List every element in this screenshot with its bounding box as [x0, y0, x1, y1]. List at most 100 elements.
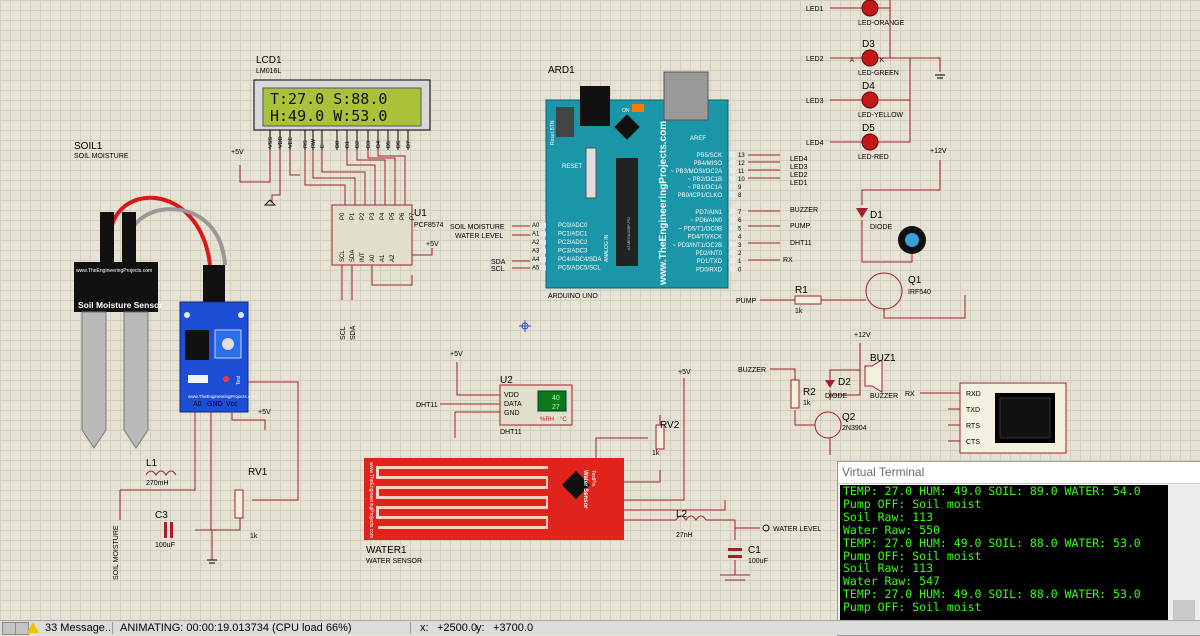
vterm-pin-label: TXD	[966, 407, 980, 414]
pin-pad	[540, 248, 546, 254]
dht11-component[interactable]: +5V DHT11 U2 DHT11 VDD DATA GND 40 27 %R…	[416, 351, 573, 438]
net-12v-buz: +12V	[854, 332, 871, 339]
lcd-pin-label: D1	[345, 141, 351, 148]
arduino-reset-btn: Reset BTN	[550, 120, 556, 145]
pcf-pin-label: SDA	[350, 250, 356, 262]
water-trace	[378, 506, 548, 509]
pcf-pin-label: P0	[340, 212, 346, 220]
dht-rh: %RH	[540, 417, 554, 423]
pin-pad	[730, 241, 736, 247]
water-board-text: Water Sensor	[582, 470, 588, 509]
water-site-text: www.TheEngineeringProjects.com	[368, 462, 374, 538]
warning-icon[interactable]	[27, 622, 39, 633]
lcd-wires	[239, 150, 406, 205]
arduino-pin-num: 13	[738, 153, 745, 159]
pcf-pin-label: SCL	[340, 250, 346, 262]
net-led1: LED1	[790, 180, 808, 187]
arduino-pin-label: PC3/ADC3	[558, 249, 588, 255]
q1-type: IRF540	[908, 289, 931, 296]
arduino-pin-num: 5	[738, 226, 742, 232]
pcf-part: PCF8574	[414, 222, 444, 229]
soil-test-label: Test	[236, 375, 242, 385]
coord-y-value: +3700.0	[493, 622, 534, 634]
arduino-pin-num: A4	[532, 257, 540, 263]
q2-ref: Q2	[842, 412, 856, 423]
l1-ref: L1	[146, 458, 158, 469]
led-name: LED-YELLOW	[858, 112, 904, 119]
pin-pad	[730, 192, 736, 197]
arduino-component[interactable]: ARD1 Reset BTN ON AREF RESET www.TheEngi…	[532, 65, 745, 300]
c1-val: 100uF	[748, 558, 768, 565]
arduino-pin-label: ~ PD5/T1/OC0B	[678, 226, 722, 232]
led-name: LED-GREEN	[858, 70, 899, 77]
lcd-component[interactable]: LCD1 LM016L T:27.0 S:88.0 H:49.0 W:53.0 …	[253, 55, 431, 150]
water-ref: WATER1	[366, 545, 407, 556]
vterm-scroll-thumb[interactable]	[1173, 600, 1195, 620]
lcd-part: LM016L	[256, 68, 281, 75]
arduino-on-label: ON	[622, 108, 630, 114]
terminal-line: Pump OFF: Soil moist	[843, 496, 982, 511]
vterm-symbol[interactable]: RX RXD TXD RTS CTS	[905, 382, 1067, 454]
soil-pin-gnd: GND	[207, 401, 223, 408]
lcd-pin-label: RW	[311, 138, 317, 148]
d1-type: DIODE	[870, 224, 893, 231]
vterm-scrollbar[interactable]	[1169, 485, 1199, 633]
dht-temp: 40	[552, 395, 560, 402]
water-testpin: TestPin	[590, 470, 596, 487]
arduino-pin-num: A3	[532, 249, 540, 255]
net-sda-vert: SDA	[350, 325, 357, 340]
led-icon[interactable]	[861, 133, 879, 151]
pump-driver[interactable]: +12V D1 DIODE Q1 IRF540 R1 1k PUMP	[736, 148, 966, 319]
arduino-pin-label: PC2/ADC2	[558, 240, 588, 246]
messages-count[interactable]: 33 Message...	[45, 621, 114, 635]
led-net-label: LED4	[806, 140, 824, 147]
pin-pad	[730, 168, 736, 173]
pin-pad	[730, 217, 736, 223]
pin-pad	[540, 240, 546, 245]
led-icon[interactable]	[861, 91, 879, 109]
terminal-line: TEMP: 27.0 HUM: 49.0 SOIL: 88.0 WATER: 5…	[843, 535, 1141, 550]
status-button-1[interactable]	[2, 622, 16, 635]
soil-sensor-component[interactable]: SOIL1 SOIL MOISTURE www.TheEngineeringPr…	[74, 141, 257, 449]
water-sensor-component[interactable]: Water Sensor TestPin www.TheEngineeringP…	[364, 458, 624, 565]
buzzer-driver[interactable]: +12V BUZ1 BUZZER D2 DIODE BUZZER R2 1k Q…	[738, 332, 898, 455]
water-trace	[376, 486, 379, 499]
arduino-pin-label: PB5/SCK	[697, 153, 722, 159]
vterm-title[interactable]: Virtual Terminal	[838, 462, 1200, 484]
led-icon[interactable]	[861, 49, 879, 67]
water-trace	[376, 466, 379, 479]
lcd-pin-label: RS	[303, 140, 309, 148]
net-buzzer-in: BUZZER	[738, 367, 766, 374]
q1-ref: Q1	[908, 275, 922, 286]
water-trace	[378, 466, 548, 469]
c1-ref: C1	[748, 545, 761, 556]
net-pump-in: PUMP	[736, 298, 757, 305]
vterm-pin-label: CTS	[966, 439, 980, 446]
soil-pin-vcc: Vcc	[226, 401, 238, 408]
pin-pad	[540, 265, 546, 271]
pcf-pin-label: P5	[390, 212, 396, 220]
lcd-pins: VSS VDD VEE RS RW E D0 D1 D2 D3 D4 D5 D6 D7	[268, 130, 412, 150]
vterm-screen[interactable]: TEMP: 27.0 HUM: 49.0 SOIL: 89.0 WATER: 5…	[840, 485, 1168, 633]
pcf-pin-label: A0	[370, 254, 376, 262]
virtual-terminal-window[interactable]: Virtual Terminal TEMP: 27.0 HUM: 49.0 SO…	[837, 461, 1200, 636]
rv1-ref: RV1	[248, 467, 268, 478]
led-icon[interactable]	[861, 0, 879, 17]
net-dht11: DHT11	[790, 240, 812, 247]
soil-site-text: www.TheEngineeringProjects.com	[76, 268, 152, 274]
pcf8574-component[interactable]: U1 PCF8574 P0 P1 P2 P3 P4 P5 P6 P7SCL SDA INT A0 A1…	[331, 204, 444, 340]
coord-y-label: y:	[476, 622, 485, 634]
lcd-pin-label: VSS	[268, 137, 274, 148]
led-ref: D5	[862, 123, 875, 134]
water-trace	[378, 486, 548, 489]
arduino-pin-num: 11	[738, 169, 745, 175]
terminal-line: Water Raw: 550	[843, 522, 940, 537]
net-water-level-out: WATER LEVEL	[773, 526, 821, 533]
l2-ref: L2	[676, 509, 688, 520]
arduino-pin-label: ~ PD3/INT1/OC2B	[672, 243, 722, 249]
leds-group[interactable]: LED1 LED-ORANGE LED2 D3 LED-GREEN LED3 D4 LED-Y…	[806, 0, 945, 161]
arduino-pin-num: 1	[738, 259, 742, 265]
buzzer-icon	[864, 359, 883, 393]
net-sda: SDA	[491, 259, 506, 266]
soil-board-text: Soil Moisture Sensor	[78, 300, 163, 310]
